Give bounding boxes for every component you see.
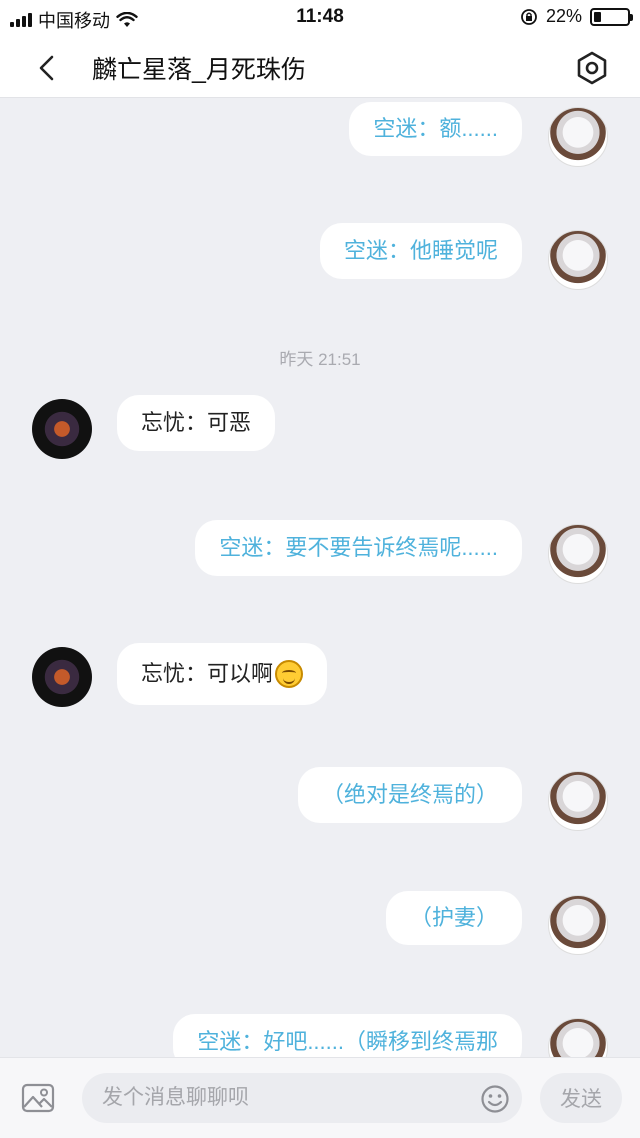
message-bubble[interactable]: 空迷：要不要告诉终焉呢...... xyxy=(195,520,522,576)
settings-button[interactable] xyxy=(572,48,612,88)
battery-fill xyxy=(594,11,602,22)
avatar[interactable] xyxy=(548,771,608,831)
chat-area[interactable]: 空迷：额...... 空迷：他睡觉呢 昨天 21:51 忘忧：可恶 空迷：要不要… xyxy=(0,99,640,1057)
avatar[interactable] xyxy=(32,647,92,707)
chat-title: 麟亡星落_月死珠伤 xyxy=(92,56,306,84)
message-text: 忘忧：可以啊 xyxy=(141,661,274,686)
message-bubble[interactable]: 忘忧：可恶 xyxy=(117,395,276,451)
avatar[interactable] xyxy=(548,107,608,167)
message-bubble[interactable]: 空迷：他睡觉呢 xyxy=(319,223,522,279)
timestamp: 昨天 21:51 xyxy=(279,350,361,369)
status-bar: 中国移动 11:48 22% xyxy=(0,0,640,36)
settings-hexagon-icon xyxy=(577,51,607,85)
message-text: （绝对是终焉的） xyxy=(321,782,498,807)
message-bubble[interactable]: 忘忧：可以啊 xyxy=(117,643,328,705)
message-text: （护妻） xyxy=(409,905,498,930)
image-icon xyxy=(21,1083,55,1113)
battery-icon xyxy=(590,7,633,26)
image-button[interactable] xyxy=(20,1080,56,1116)
avatar[interactable] xyxy=(548,524,608,584)
message-text: 空迷：好吧......（瞬移到终焉那 xyxy=(197,1029,498,1054)
avatar[interactable] xyxy=(548,1018,608,1057)
nav-bar: 麟亡星落_月死珠伤 xyxy=(0,36,640,98)
message-bubble[interactable]: （绝对是终焉的） xyxy=(297,767,522,823)
input-bar: 发送 xyxy=(0,1057,640,1138)
message-bubble[interactable]: 空迷：额...... xyxy=(349,102,522,156)
send-button[interactable]: 发送 xyxy=(540,1073,622,1123)
smiley-icon xyxy=(481,1085,509,1113)
message-input[interactable] xyxy=(82,1073,522,1123)
message-text: 空迷：额...... xyxy=(373,116,498,141)
avatar[interactable] xyxy=(548,895,608,955)
message-text: 空迷：要不要告诉终焉呢...... xyxy=(219,535,498,560)
chevron-left-icon xyxy=(39,55,54,81)
emoji-button[interactable] xyxy=(480,1084,510,1114)
rotation-lock-icon xyxy=(521,8,537,25)
avatar[interactable] xyxy=(32,399,92,459)
message-bubble[interactable]: （护妻） xyxy=(385,891,522,945)
message-text: 忘忧：可恶 xyxy=(141,410,252,435)
battery-percent: 22% xyxy=(545,6,582,26)
message-bubble[interactable]: 空迷：好吧......（瞬移到终焉那 xyxy=(173,1014,522,1057)
message-text: 空迷：他睡觉呢 xyxy=(343,238,498,263)
status-right: 22% xyxy=(520,6,633,27)
smile-emoji-icon xyxy=(275,660,304,688)
avatar[interactable] xyxy=(548,230,608,290)
back-button[interactable] xyxy=(28,48,68,88)
